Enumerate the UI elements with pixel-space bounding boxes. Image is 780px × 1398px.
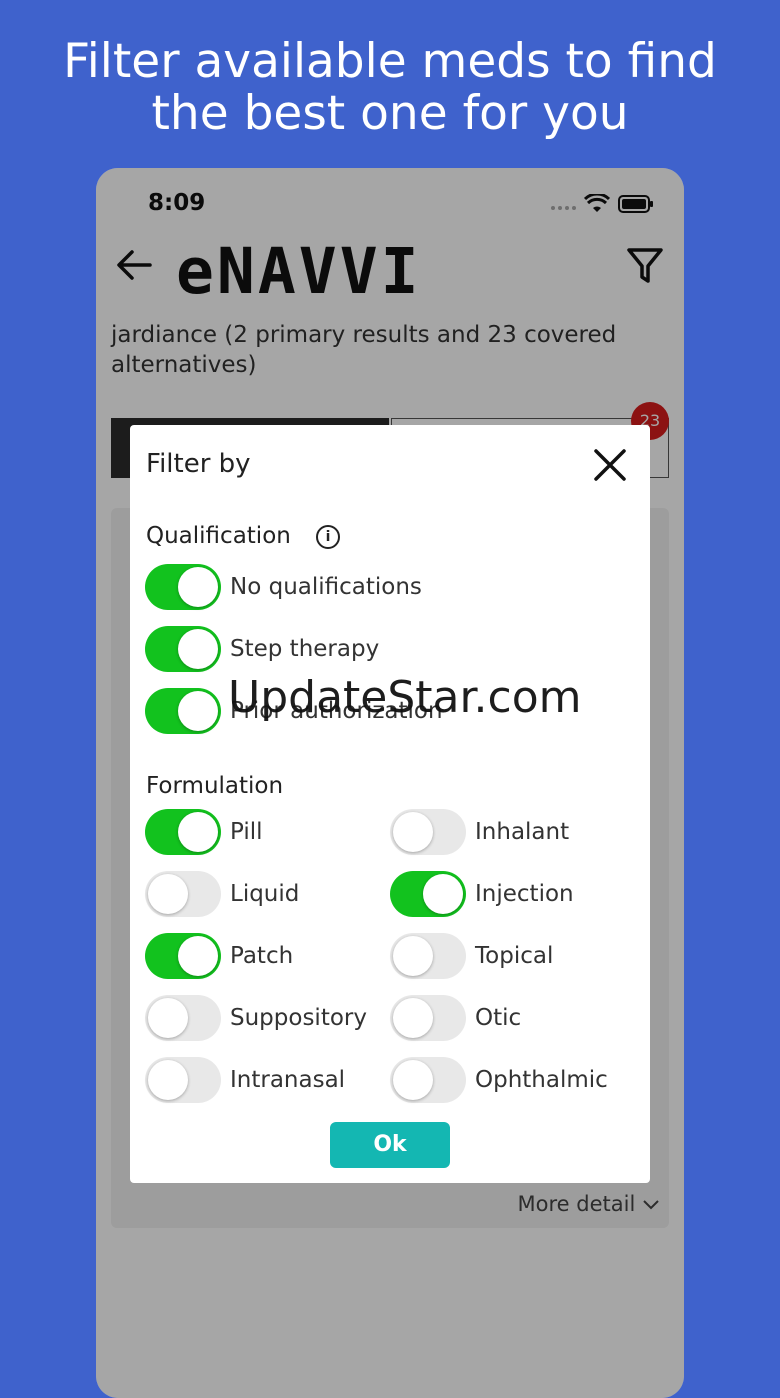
info-icon[interactable]: i	[316, 525, 340, 549]
close-icon[interactable]	[590, 445, 630, 485]
toggle-label: Topical	[475, 943, 554, 969]
toggle-pill[interactable]	[145, 809, 221, 855]
dialog-title: Filter by	[146, 449, 251, 479]
watermark-text: UpdateStar.com	[228, 672, 582, 723]
toggle-row-suppository: Suppository	[145, 995, 367, 1041]
toggle-ophthalmic[interactable]	[390, 1057, 466, 1103]
toggle-label: Pill	[230, 819, 263, 845]
toggle-label: Ophthalmic	[475, 1067, 608, 1093]
toggle-injection[interactable]	[390, 871, 466, 917]
toggle-label: Injection	[475, 881, 574, 907]
toggle-suppository[interactable]	[145, 995, 221, 1041]
toggle-inhalant[interactable]	[390, 809, 466, 855]
toggle-intranasal[interactable]	[145, 1057, 221, 1103]
toggle-liquid[interactable]	[145, 871, 221, 917]
toggle-row-no-qualifications: No qualifications	[145, 564, 422, 610]
toggle-row-patch: Patch	[145, 933, 293, 979]
toggle-row-step-therapy: Step therapy	[145, 626, 379, 672]
toggle-label: Otic	[475, 1005, 522, 1031]
toggle-step-therapy[interactable]	[145, 626, 221, 672]
toggle-label: Step therapy	[230, 636, 380, 662]
headline-line-2: the best one for you	[151, 86, 629, 141]
headline: Filter available meds to find the best o…	[0, 36, 780, 140]
headline-line-1: Filter available meds to find	[63, 34, 717, 89]
toggle-row-injection: Injection	[390, 871, 574, 917]
toggle-row-pill: Pill	[145, 809, 263, 855]
toggle-row-inhalant: Inhalant	[390, 809, 569, 855]
toggle-patch[interactable]	[145, 933, 221, 979]
toggle-prior-authorization[interactable]	[145, 688, 221, 734]
toggle-row-liquid: Liquid	[145, 871, 299, 917]
toggle-row-intranasal: Intranasal	[145, 1057, 345, 1103]
toggle-label: Suppository	[230, 1005, 367, 1031]
toggle-no-qualifications[interactable]	[145, 564, 221, 610]
ok-button[interactable]: Ok	[330, 1122, 450, 1168]
toggle-label: No qualifications	[230, 574, 422, 600]
toggle-label: Inhalant	[475, 819, 570, 845]
toggle-label: Liquid	[230, 881, 300, 907]
toggle-label: Intranasal	[230, 1067, 346, 1093]
toggle-row-otic: Otic	[390, 995, 521, 1041]
toggle-row-ophthalmic: Ophthalmic	[390, 1057, 608, 1103]
toggle-topical[interactable]	[390, 933, 466, 979]
toggle-otic[interactable]	[390, 995, 466, 1041]
toggle-label: Patch	[230, 943, 294, 969]
toggle-row-topical: Topical	[390, 933, 553, 979]
qualification-heading: Qualification	[146, 523, 291, 549]
filter-dialog: Filter by Qualification i No qualificati…	[130, 425, 650, 1183]
formulation-heading: Formulation	[146, 773, 284, 799]
